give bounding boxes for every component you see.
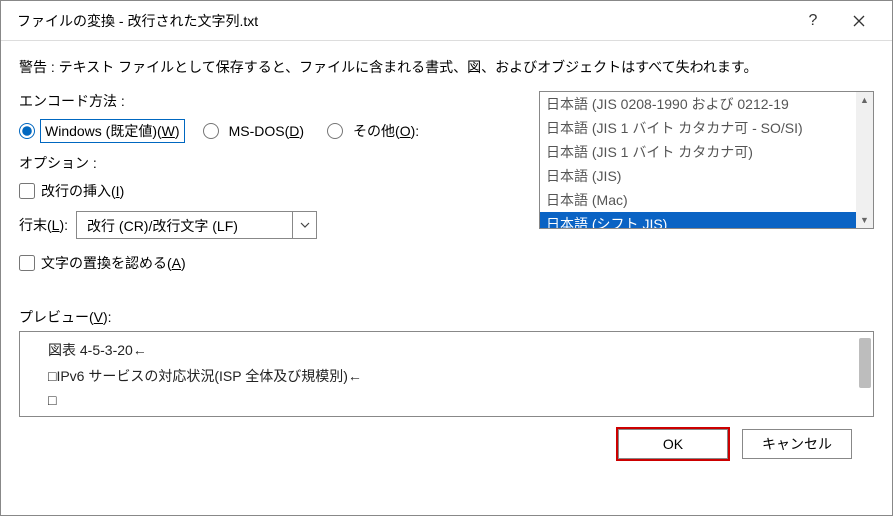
preview-line: 図表 4-5-3-20←	[48, 340, 845, 360]
radio-msdos-label: MS-DOS(D)	[224, 121, 309, 141]
help-button[interactable]: ?	[790, 5, 836, 37]
list-item[interactable]: 日本語 (Mac)	[540, 188, 873, 212]
list-item[interactable]: 日本語 (JIS)	[540, 164, 873, 188]
list-item[interactable]: 日本語 (JIS 0208-1990 および 0212-19	[540, 92, 873, 116]
right-column: 日本語 (JIS 0208-1990 および 0212-19日本語 (JIS 1…	[539, 91, 874, 279]
line-end-row: 行末(L): 改行 (CR)/改行文字 (LF)	[19, 211, 519, 239]
scroll-up-icon: ▲	[860, 92, 869, 108]
listbox-scrollbar[interactable]: ▲ ▼	[856, 92, 873, 228]
warning-text: 警告 : テキスト ファイルとして保存すると、ファイルに含まれる書式、図、および…	[19, 57, 874, 77]
titlebar: ファイルの変換 - 改行された文字列.txt ?	[1, 1, 892, 41]
radio-other[interactable]: その他(O):	[327, 119, 424, 143]
preview-box: 図表 4-5-3-20← □IPv6 サービスの対応状況(ISP 全体及び規模別)…	[19, 331, 874, 417]
radio-other-label: その他(O):	[348, 119, 424, 143]
allow-substitution-label: 文字の置換を認める(A)	[41, 253, 186, 273]
line-end-value: 改行 (CR)/改行文字 (LF)	[77, 212, 292, 238]
line-end-select[interactable]: 改行 (CR)/改行文字 (LF)	[76, 211, 317, 239]
encoding-row: エンコード方法 : Windows (既定値)(W) MS-DOS(D) その他…	[19, 91, 874, 279]
preview-label: プレビュー(V):	[19, 307, 874, 327]
radio-msdos[interactable]: MS-DOS(D)	[203, 121, 309, 141]
allow-substitution-input[interactable]	[19, 255, 35, 271]
radio-msdos-input[interactable]	[203, 123, 219, 139]
ok-button[interactable]: OK	[618, 429, 728, 459]
insert-linebreak-input[interactable]	[19, 183, 35, 199]
insert-linebreak-label: 改行の挿入(I)	[41, 181, 124, 201]
list-item[interactable]: 日本語 (シフト JIS)	[540, 212, 873, 229]
left-column: エンコード方法 : Windows (既定値)(W) MS-DOS(D) その他…	[19, 91, 519, 279]
radio-other-input[interactable]	[327, 123, 343, 139]
chevron-down-icon	[292, 212, 316, 238]
encoding-label: エンコード方法 :	[19, 91, 519, 111]
radio-windows[interactable]: Windows (既定値)(W)	[19, 119, 185, 143]
encoding-radios: Windows (既定値)(W) MS-DOS(D) その他(O):	[19, 119, 519, 143]
insert-linebreak-check[interactable]: 改行の挿入(I)	[19, 181, 519, 201]
preview-line: □	[48, 392, 845, 408]
titlebar-buttons: ?	[790, 5, 882, 37]
options-label: オプション :	[19, 153, 519, 173]
radio-windows-input[interactable]	[19, 123, 35, 139]
allow-substitution-check[interactable]: 文字の置換を認める(A)	[19, 253, 519, 273]
dialog-title: ファイルの変換 - 改行された文字列.txt	[17, 11, 790, 31]
scroll-down-icon: ▼	[860, 212, 869, 228]
line-end-label: 行末(L):	[19, 215, 68, 235]
encoding-list-items: 日本語 (JIS 0208-1990 および 0212-19日本語 (JIS 1…	[540, 92, 873, 229]
dialog-content: 警告 : テキスト ファイルとして保存すると、ファイルに含まれる書式、図、および…	[1, 41, 892, 515]
list-item[interactable]: 日本語 (JIS 1 バイト カタカナ可)	[540, 140, 873, 164]
dialog-footer: OK キャンセル	[19, 417, 874, 475]
preview-lines: 図表 4-5-3-20← □IPv6 サービスの対応状況(ISP 全体及び規模別)…	[48, 340, 845, 408]
preview-scrollbar[interactable]	[859, 338, 871, 388]
encoding-listbox[interactable]: 日本語 (JIS 0208-1990 および 0212-19日本語 (JIS 1…	[539, 91, 874, 229]
radio-windows-label: Windows (既定値)(W)	[40, 119, 185, 143]
cancel-button[interactable]: キャンセル	[742, 429, 852, 459]
close-button[interactable]	[836, 5, 882, 37]
file-conversion-dialog: ファイルの変換 - 改行された文字列.txt ? 警告 : テキスト ファイルと…	[0, 0, 893, 516]
list-item[interactable]: 日本語 (JIS 1 バイト カタカナ可 - SO/SI)	[540, 116, 873, 140]
preview-line: □IPv6 サービスの対応状況(ISP 全体及び規模別)←	[48, 366, 845, 386]
close-icon	[853, 15, 865, 27]
